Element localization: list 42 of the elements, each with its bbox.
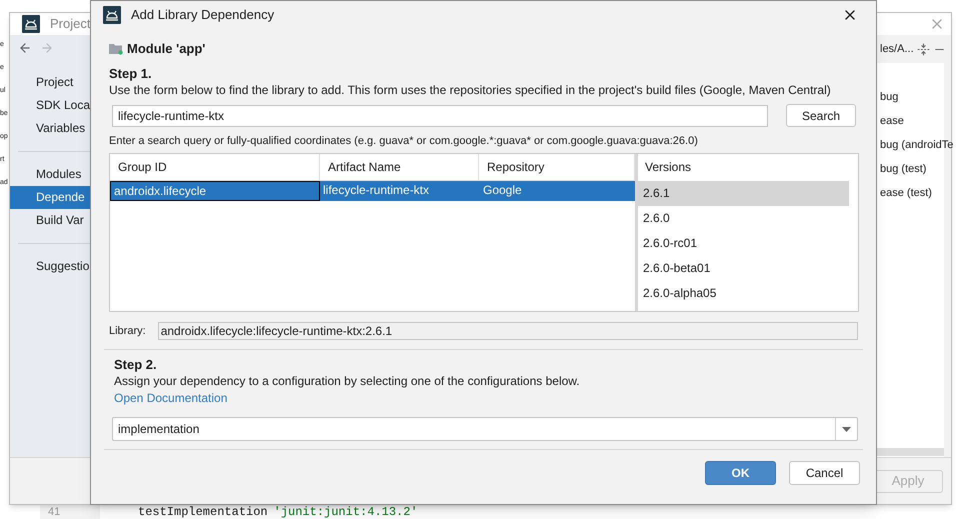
- open-documentation-link[interactable]: Open Documentation: [114, 389, 228, 407]
- search-field[interactable]: lifecycle-runtime-ktx: [112, 104, 768, 126]
- ok-button[interactable]: OK: [705, 461, 776, 485]
- list-item[interactable]: ease: [873, 109, 904, 133]
- path-label: les/A...: [880, 42, 914, 57]
- table-row[interactable]: androidx.lifecycle lifecycle-runtime-ktx Google: [110, 181, 635, 201]
- step-description: Assign your dependency to a configuration by selecting one of the configurations below.: [114, 373, 580, 389]
- step-heading: Step 2.: [114, 357, 157, 373]
- dialog-title: Add Library Dependency: [131, 6, 274, 24]
- version-item[interactable]: 2.6.1: [638, 181, 849, 206]
- step-description: Use the form below to find the library to add. This form uses the repositories specified in the project's build files (Google, Maven Central): [109, 82, 831, 98]
- search-hint: Enter a search query or fully-qualified coordinates (e.g. guava* or com.google.*:guava* or com.google.guava:guava:26.0): [109, 134, 698, 148]
- configuration-dropdown[interactable]: implementation: [112, 417, 858, 441]
- search-button[interactable]: Search: [786, 104, 856, 127]
- list-item[interactable]: bug: [873, 85, 898, 109]
- list-item[interactable]: bug (androidTe: [873, 133, 954, 157]
- version-item[interactable]: 2.6.0-beta01: [638, 256, 849, 281]
- library-field: androidx.lifecycle:lifecycle-runtime-ktx:2.6.1: [158, 322, 858, 340]
- window-title: Project: [50, 15, 90, 34]
- caret-icon: [842, 426, 851, 432]
- module-folder-icon: [109, 43, 123, 55]
- list-item[interactable]: ease (test): [873, 181, 932, 205]
- step-heading: Step 1.: [109, 66, 152, 82]
- code-string: 'junit:junit:4.13.2': [274, 505, 418, 519]
- cancel-button[interactable]: Cancel: [789, 461, 860, 485]
- table-cell-text: lifecycle-runtime-ktx: [322, 182, 430, 199]
- collapse-icon[interactable]: [916, 42, 930, 56]
- app-logo-icon: [103, 6, 121, 24]
- list-item[interactable]: bug (test): [873, 157, 926, 181]
- table-cell-text: Google: [482, 182, 523, 199]
- column-header[interactable]: Group ID: [110, 154, 320, 180]
- table-cell: androidx.lifecycle: [110, 181, 320, 201]
- line-number: 41: [40, 505, 100, 519]
- column-header[interactable]: Versions: [638, 154, 692, 181]
- code-text: testImplementation: [138, 505, 268, 519]
- version-item[interactable]: 2.6.0: [638, 206, 849, 231]
- column-header[interactable]: Artifact Name: [320, 154, 479, 180]
- dropdown-value: implementation: [117, 421, 200, 438]
- module-label: Module 'app': [127, 40, 206, 58]
- version-item[interactable]: 2.6.0-alpha05: [638, 281, 849, 306]
- version-item[interactable]: 2.6.0-rc01: [638, 231, 849, 256]
- library-label: Library:: [109, 324, 146, 339]
